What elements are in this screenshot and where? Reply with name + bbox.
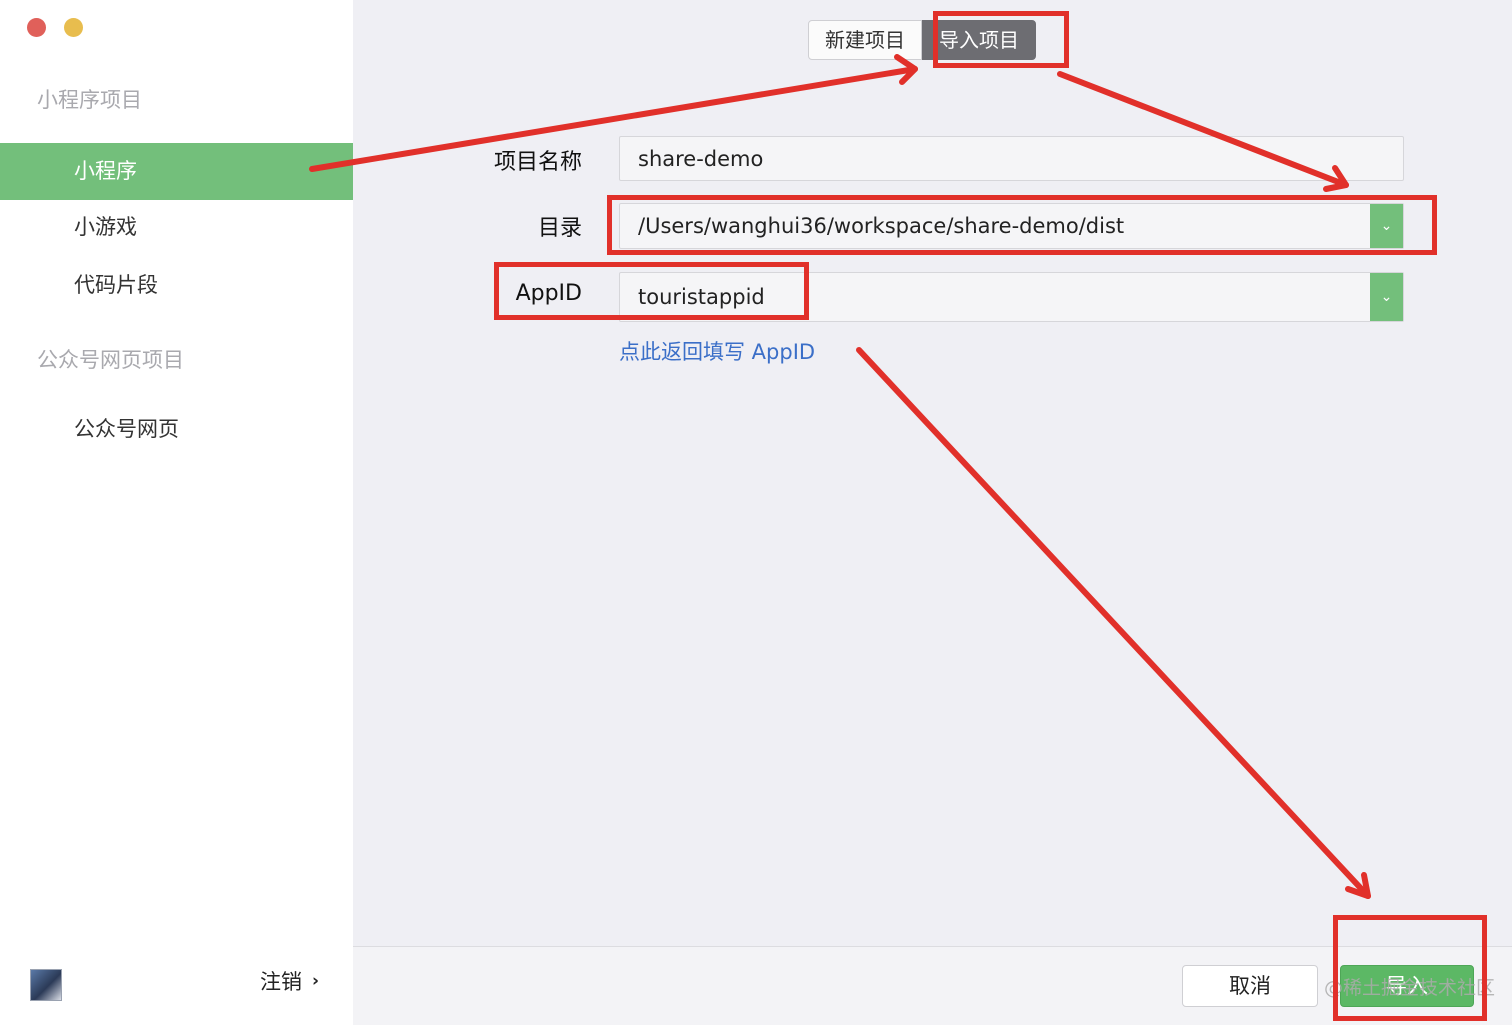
section-title-miniprogram: 小程序项目 [37,88,142,112]
directory-value: /Users/wanghui36/workspace/share-demo/di… [638,214,1125,238]
chevron-right-icon: › [312,971,320,991]
project-name-value: share-demo [638,146,764,171]
arrow-appid-to-import-button [856,347,1371,899]
appid-return-link[interactable]: 点此返回填写 AppID [619,336,815,366]
cancel-button[interactable]: 取消 [1182,965,1318,1007]
project-type-tabs: 新建项目 导入项目 [808,20,1036,60]
appid-select[interactable]: touristappid ⌄ [619,272,1404,322]
directory-select[interactable]: /Users/wanghui36/workspace/share-demo/di… [619,203,1404,249]
appid-label: AppID [515,281,582,306]
window-close-button[interactable] [27,18,46,37]
project-name-input[interactable]: share-demo [619,136,1404,181]
footer-bar [353,946,1512,1025]
logout-label: 注销 [260,970,302,994]
avatar[interactable] [30,969,62,1001]
tab-import-project[interactable]: 导入项目 [922,20,1036,60]
sidebar-item-miniprogram[interactable]: 小程序 [0,143,353,200]
sidebar-item-official-account-web[interactable]: 公众号网页 [0,401,353,458]
arrowhead-import-button [1345,872,1371,899]
window-minimize-button[interactable] [64,18,83,37]
arrowhead-import-tab [894,54,918,85]
project-name-label: 项目名称 [493,150,582,175]
sidebar-item-code-snippet[interactable]: 代码片段 [0,257,353,314]
sidebar-item-minigame[interactable]: 小游戏 [0,199,353,256]
chevron-down-icon[interactable]: ⌄ [1370,204,1403,248]
section-title-official-account: 公众号网页项目 [37,348,184,372]
tab-new-project[interactable]: 新建项目 [808,20,922,60]
sidebar: 小程序项目 小程序 小游戏 代码片段 公众号网页项目 公众号网页 注销 › [0,0,353,1025]
appid-value: touristappid [638,285,765,309]
import-button[interactable]: 导入 [1340,965,1474,1007]
logout-button[interactable]: 注销 › [260,966,319,996]
chevron-down-icon[interactable]: ⌄ [1370,273,1403,321]
directory-label: 目录 [537,216,582,241]
